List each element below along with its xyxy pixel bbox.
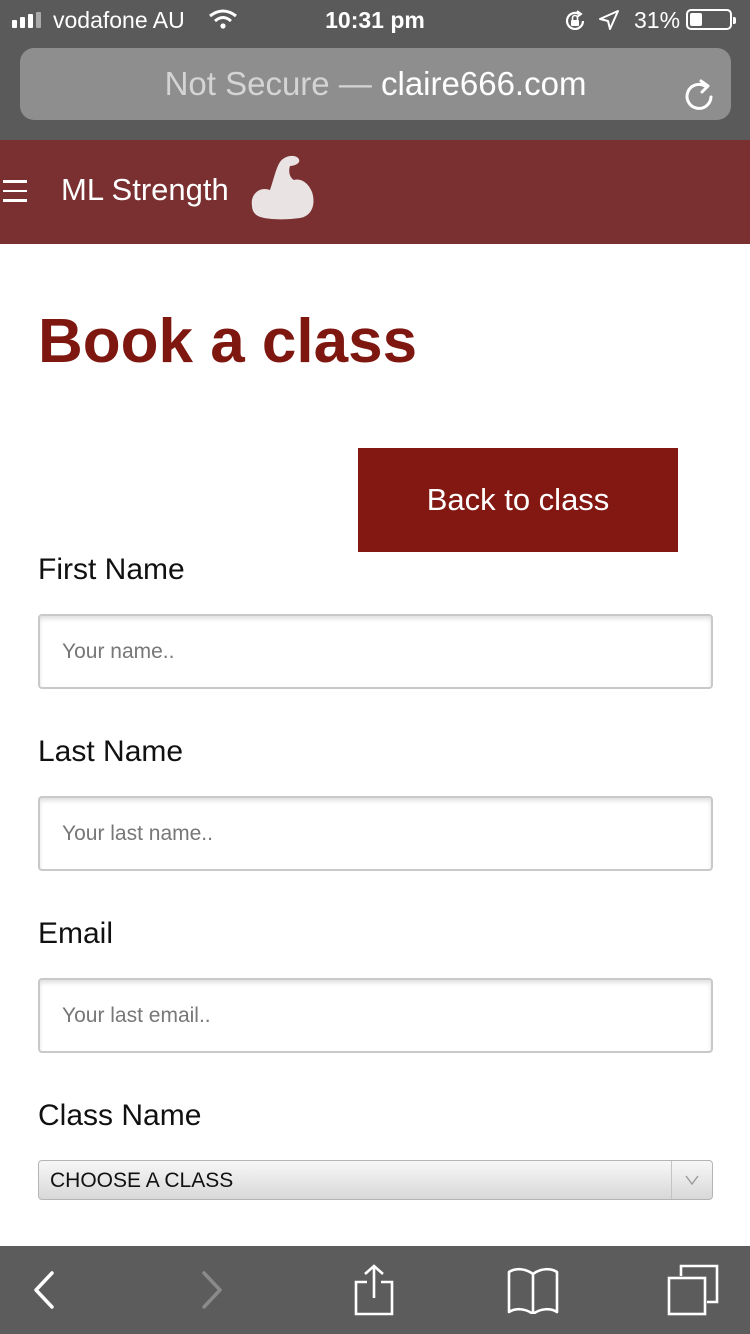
url-separator: — [329,65,381,102]
bookmarks-icon[interactable] [503,1246,563,1334]
class-name-select[interactable]: CHOOSE A CLASS [38,1160,713,1200]
brand-name[interactable]: ML Strength [61,172,229,208]
last-name-input[interactable] [38,796,713,871]
email-input[interactable] [38,978,713,1053]
browser-top-chrome: vodafone AU 10:31 pm 31% Not Secure — cl… [0,0,750,140]
status-bar: vodafone AU 10:31 pm 31% [0,0,750,42]
address-bar[interactable]: Not Secure — claire666.com [20,48,731,120]
browser-toolbar [0,1246,750,1334]
tabs-icon[interactable] [663,1246,723,1334]
class-select-value: CHOOSE A CLASS [50,1169,234,1192]
site-header: ML Strength [0,140,750,244]
first-name-label: First Name [38,553,185,586]
share-icon[interactable] [344,1246,404,1334]
hamburger-icon[interactable] [3,180,27,202]
forward-icon[interactable] [182,1246,242,1334]
reload-icon[interactable] [683,66,717,138]
back-icon[interactable] [14,1246,74,1334]
not-secure-label: Not Secure [164,65,330,102]
dropdown-arrow-icon [671,1161,712,1199]
class-name-label: Class Name [38,1099,202,1132]
battery-percent: 31% [634,7,681,33]
flexed-arm-icon [246,154,316,227]
url-domain: claire666.com [381,65,587,102]
page-title: Book a class [38,307,418,376]
battery-icon [686,9,736,30]
first-name-input[interactable] [38,614,713,689]
rotation-lock-icon [563,9,587,39]
last-name-label: Last Name [38,735,184,768]
email-label: Email [38,917,114,950]
location-icon [598,9,620,37]
back-to-class-button[interactable]: Back to class [358,448,678,552]
